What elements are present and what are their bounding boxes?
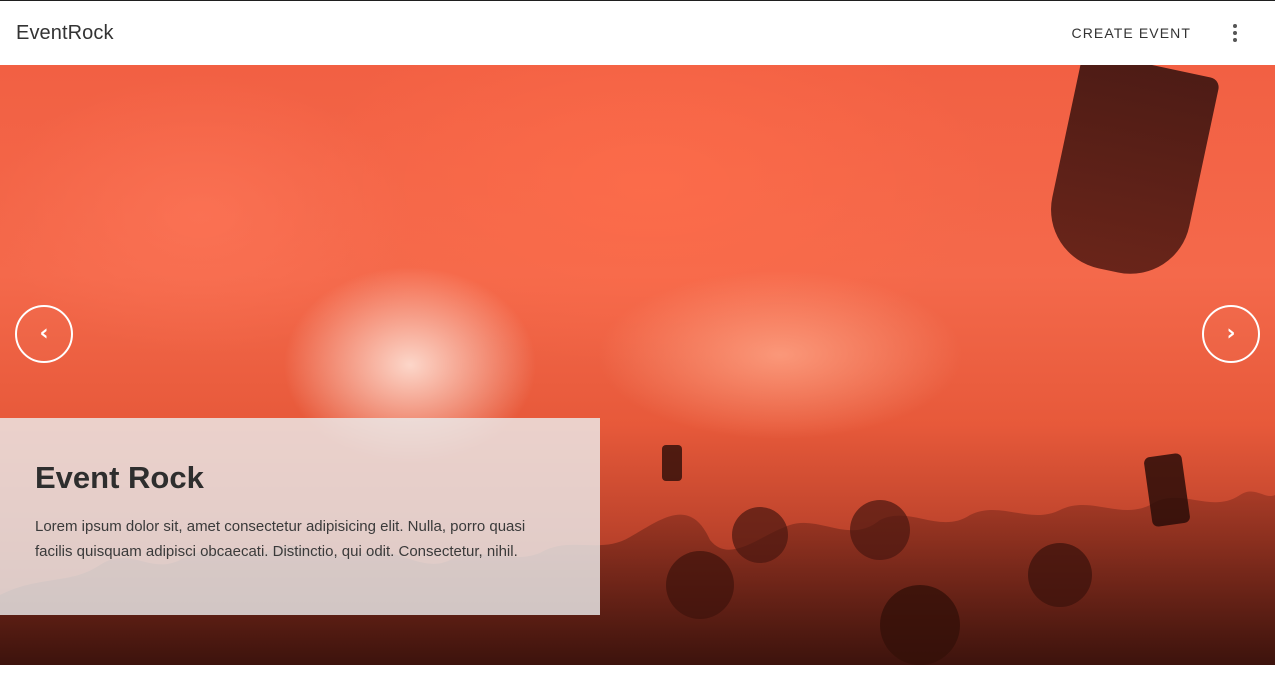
slide-title: Event Rock bbox=[35, 460, 204, 495]
more-vert-icon[interactable] bbox=[1219, 17, 1251, 49]
chevron-right-icon: › bbox=[1226, 321, 1236, 346]
slide-caption: Event Rock Lorem ipsum dolor sit, amet c… bbox=[0, 418, 600, 615]
stage-speaker-image bbox=[1039, 65, 1221, 285]
chevron-left-icon: ‹ bbox=[39, 321, 49, 346]
more-dot bbox=[1233, 38, 1237, 42]
hero-carousel: ‹ › Event Rock Lorem ipsum dolor sit, am… bbox=[0, 65, 1275, 665]
more-dot bbox=[1233, 31, 1237, 35]
app-bar: EventRock CREATE EVENT bbox=[0, 1, 1275, 65]
carousel-next-button[interactable]: › bbox=[1202, 305, 1260, 363]
brand-title[interactable]: EventRock bbox=[16, 22, 114, 45]
carousel-prev-button[interactable]: ‹ bbox=[15, 305, 73, 363]
create-event-button[interactable]: CREATE EVENT bbox=[1059, 17, 1203, 49]
more-dot bbox=[1233, 24, 1237, 28]
slide-description: Lorem ipsum dolor sit, amet consectetur … bbox=[35, 518, 526, 560]
